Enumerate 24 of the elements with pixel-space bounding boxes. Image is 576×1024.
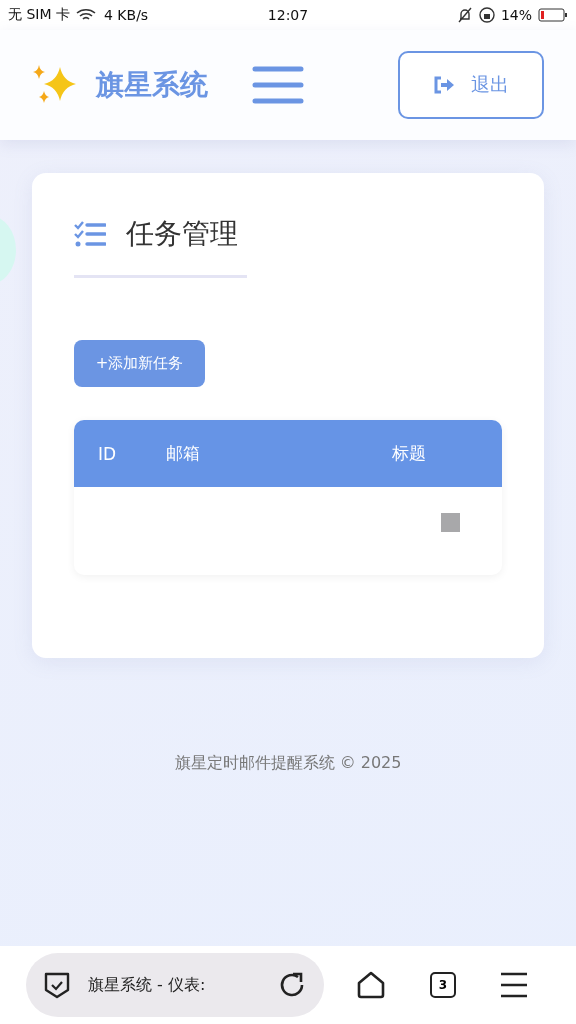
address-bar[interactable]: 旗星系统 - 仪表: bbox=[26, 953, 324, 1017]
square-icon bbox=[441, 513, 460, 532]
clock-time: 12:07 bbox=[267, 7, 309, 23]
brand-title: 旗星系统 bbox=[96, 67, 208, 103]
home-icon[interactable] bbox=[356, 970, 386, 1000]
rotation-lock-icon bbox=[478, 7, 495, 23]
page-title: 旗星系统 - 仪表: bbox=[88, 974, 207, 996]
footer-text: 旗星定时邮件提醒系统 © 2025 bbox=[174, 753, 402, 772]
logout-icon bbox=[433, 76, 455, 94]
battery-percent: 14% bbox=[500, 7, 532, 23]
checklist-icon bbox=[74, 221, 106, 247]
wifi-icon bbox=[76, 8, 98, 22]
mute-bell-icon bbox=[456, 7, 473, 23]
tab-count-button[interactable]: 3 bbox=[430, 972, 456, 998]
menu-icon[interactable] bbox=[500, 972, 528, 998]
shield-check-icon bbox=[44, 971, 70, 999]
panel-title: 任务管理 bbox=[126, 216, 238, 252]
column-header: ID bbox=[97, 443, 118, 464]
column-header: 标题 bbox=[392, 442, 426, 465]
carrier-text: 无 SIM 卡 bbox=[8, 6, 70, 24]
battery-icon bbox=[538, 8, 568, 22]
reload-icon[interactable] bbox=[278, 971, 306, 999]
column-header: 邮箱 bbox=[166, 442, 201, 465]
network-speed: 4 KB/s bbox=[104, 7, 149, 23]
